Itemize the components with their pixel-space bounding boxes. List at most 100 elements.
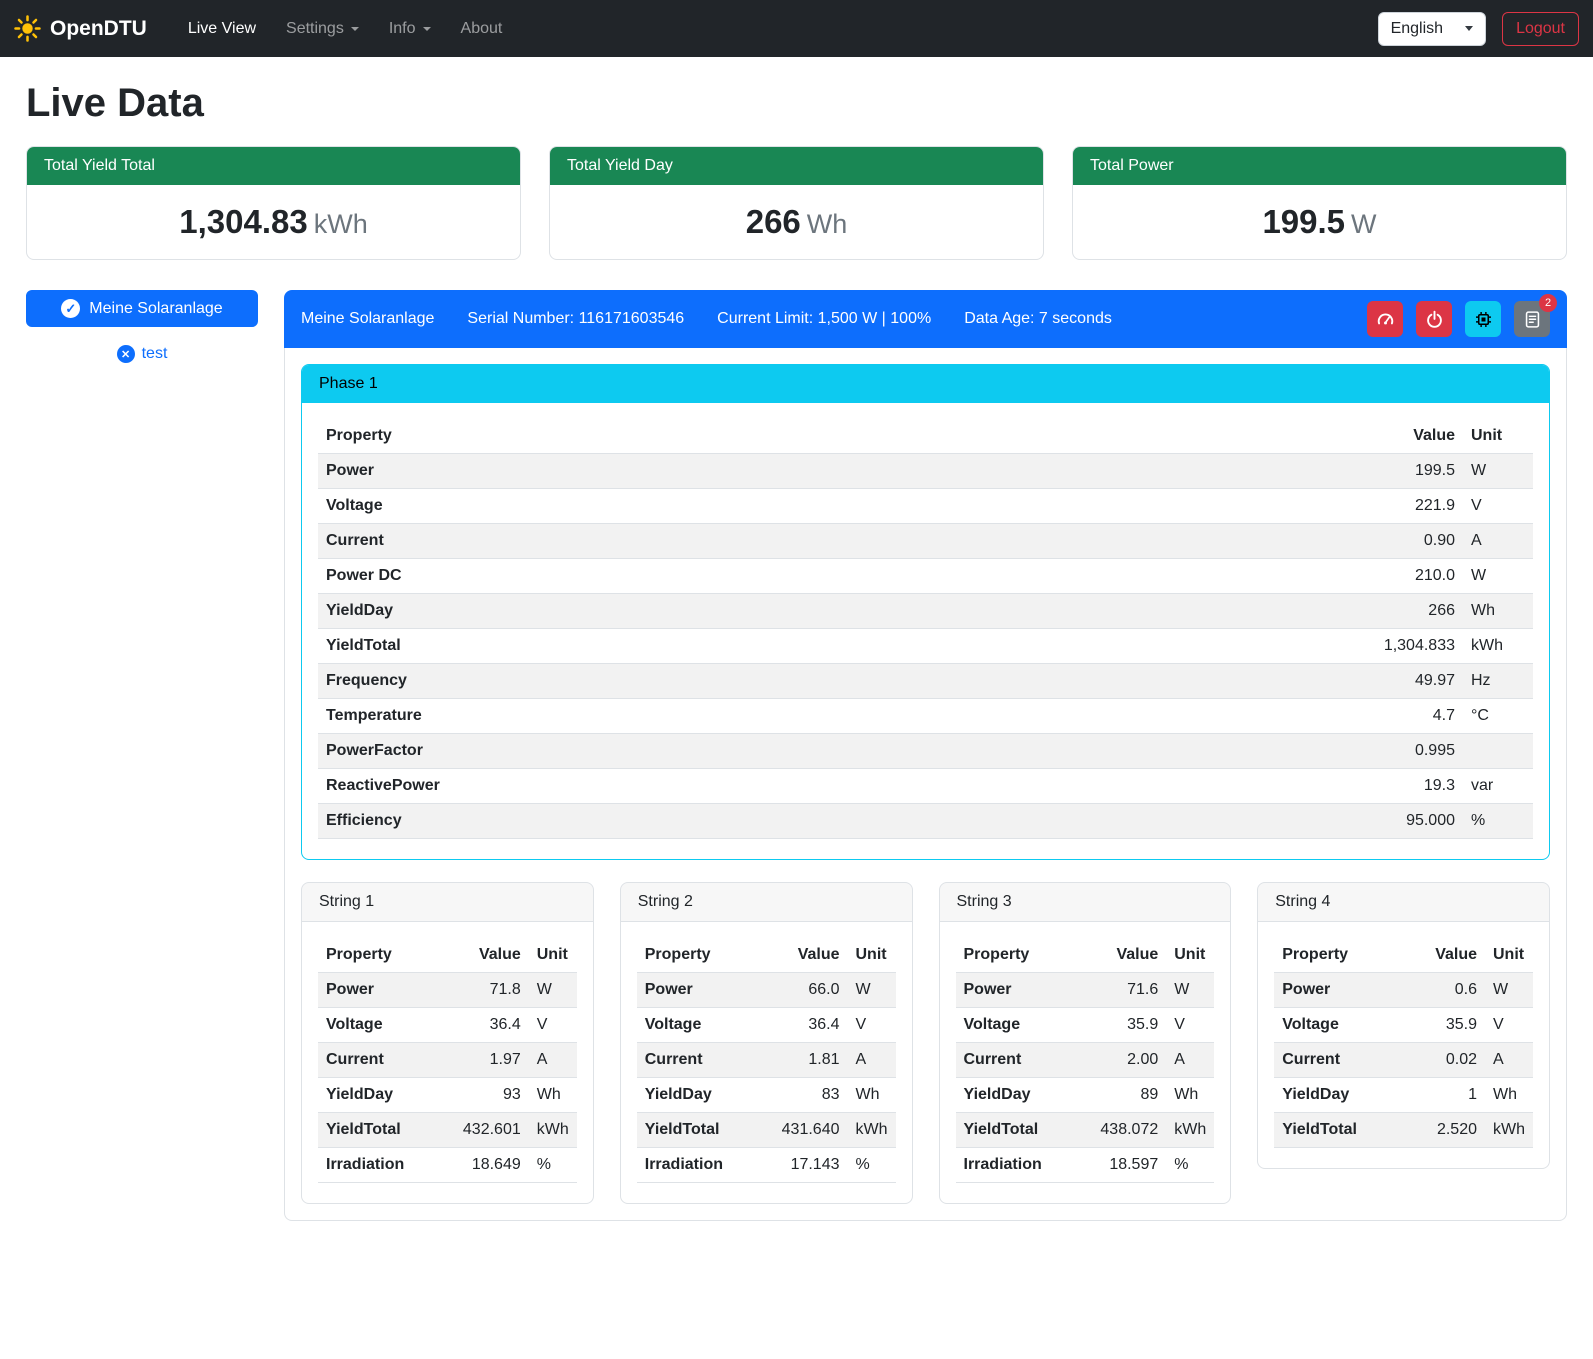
value-cell: 0.6 bbox=[1400, 973, 1485, 1008]
table-row: YieldDay83Wh bbox=[637, 1078, 896, 1113]
table-row: Current2.00A bbox=[956, 1043, 1215, 1078]
summary-cards-row: Total Yield Total1,304.83kWh Total Yield … bbox=[26, 146, 1567, 260]
unit-cell: V bbox=[1485, 1008, 1533, 1043]
table-row: Irradiation18.649% bbox=[318, 1148, 577, 1183]
table-body: Power71.8WVoltage36.4VCurrent1.97AYieldD… bbox=[318, 973, 577, 1183]
string-card-body: PropertyValueUnitPower0.6W Voltage35.9V Cu… bbox=[1258, 922, 1549, 1168]
column-header: Property bbox=[318, 419, 1248, 454]
property-cell: YieldTotal bbox=[318, 1113, 444, 1148]
nav-item-live-view[interactable]: Live View bbox=[173, 12, 271, 46]
table-row: YieldTotal431.640kWh bbox=[637, 1113, 896, 1148]
column-header: Property bbox=[318, 938, 444, 973]
brand[interactable]: OpenDTU bbox=[14, 15, 147, 42]
summary-card-body: 266Wh bbox=[550, 185, 1043, 259]
inverter-panel-body: Phase 1 PropertyValueUnitPower199.5WVolt… bbox=[284, 348, 1567, 1221]
property-cell: Power DC bbox=[318, 559, 1248, 594]
property-cell: Voltage bbox=[956, 1008, 1082, 1043]
property-cell: Current bbox=[1274, 1043, 1400, 1078]
header-row: PropertyValueUnit bbox=[637, 938, 896, 973]
speedometer-button[interactable] bbox=[1367, 301, 1403, 337]
string-table: PropertyValueUnitPower0.6W Voltage35.9V Cu… bbox=[1274, 938, 1533, 1148]
property-cell: Power bbox=[637, 973, 763, 1008]
column-header: Value bbox=[1081, 938, 1166, 973]
property-cell: YieldDay bbox=[956, 1078, 1082, 1113]
summary-unit: W bbox=[1351, 209, 1376, 239]
table-row: Current1.97A bbox=[318, 1043, 577, 1078]
header-row: PropertyValueUnit bbox=[1274, 938, 1533, 973]
property-cell: Current bbox=[318, 1043, 444, 1078]
property-cell: Current bbox=[318, 524, 1248, 559]
power-button[interactable] bbox=[1416, 301, 1452, 337]
unit-cell: W bbox=[1485, 973, 1533, 1008]
value-cell: 2.520 bbox=[1400, 1113, 1485, 1148]
navbar-right: English Logout bbox=[1378, 12, 1579, 46]
property-cell: YieldDay bbox=[1274, 1078, 1400, 1113]
inverter-select-button[interactable]: ✓Meine Solaranlage bbox=[26, 290, 258, 327]
string-card-title: String 4 bbox=[1258, 883, 1549, 922]
language-select[interactable]: English bbox=[1378, 12, 1486, 46]
phase-card: Phase 1 PropertyValueUnitPower199.5WVolt… bbox=[301, 364, 1550, 860]
summary-card: Total Yield Total1,304.83kWh bbox=[26, 146, 521, 260]
table-row: Voltage221.9V bbox=[318, 489, 1533, 524]
table-row: Power66.0W bbox=[637, 973, 896, 1008]
column-header: Unit bbox=[1463, 419, 1533, 454]
unit-cell: A bbox=[1463, 524, 1533, 559]
header-row: PropertyValueUnit bbox=[318, 419, 1533, 454]
table-row: YieldDay93Wh bbox=[318, 1078, 577, 1113]
table-row: Irradiation18.597% bbox=[956, 1148, 1215, 1183]
table-row: Voltage35.9V bbox=[956, 1008, 1215, 1043]
string-card-title: String 3 bbox=[940, 883, 1231, 922]
nav-item-settings[interactable]: Settings bbox=[271, 12, 374, 46]
inverter-panel-header: Meine Solaranlage Serial Number: 1161716… bbox=[284, 290, 1567, 348]
property-cell: YieldTotal bbox=[1274, 1113, 1400, 1148]
nav-item-about[interactable]: About bbox=[446, 12, 518, 46]
summary-value: 199.5 bbox=[1262, 203, 1345, 240]
language-value: English bbox=[1391, 20, 1443, 38]
summary-card-title: Total Yield Day bbox=[550, 147, 1043, 185]
badge-count: 2 bbox=[1539, 294, 1557, 312]
unit-cell: var bbox=[1463, 769, 1533, 804]
table-body: Power66.0WVoltage36.4VCurrent1.81AYieldD… bbox=[637, 973, 896, 1183]
inverter-sidebar: ✓Meine Solaranlage ✕test bbox=[26, 290, 258, 367]
table-row: Voltage36.4V bbox=[318, 1008, 577, 1043]
journal-button[interactable]: 2 bbox=[1514, 301, 1550, 337]
value-cell: 1.97 bbox=[444, 1043, 529, 1078]
nav-item-info[interactable]: Info bbox=[374, 12, 446, 46]
property-cell: Irradiation bbox=[318, 1148, 444, 1183]
value-cell: 83 bbox=[763, 1078, 848, 1113]
property-cell: PowerFactor bbox=[318, 734, 1248, 769]
unit-cell: Wh bbox=[1463, 594, 1533, 629]
unit-cell: kWh bbox=[529, 1113, 577, 1148]
property-cell: ReactivePower bbox=[318, 769, 1248, 804]
value-cell: 66.0 bbox=[763, 973, 848, 1008]
check-circle-icon: ✓ bbox=[61, 299, 80, 318]
value-cell: 35.9 bbox=[1400, 1008, 1485, 1043]
inverter-select-button[interactable]: ✕test bbox=[113, 341, 172, 367]
brand-label: OpenDTU bbox=[50, 17, 147, 41]
property-cell: Power bbox=[318, 454, 1248, 489]
unit-cell: W bbox=[1166, 973, 1214, 1008]
logout-button[interactable]: Logout bbox=[1502, 12, 1579, 46]
table-row: ReactivePower19.3var bbox=[318, 769, 1533, 804]
column-header: Property bbox=[637, 938, 763, 973]
property-cell: Power bbox=[1274, 973, 1400, 1008]
string-card-title: String 2 bbox=[621, 883, 912, 922]
unit-cell: % bbox=[1463, 804, 1533, 839]
phase-table: PropertyValueUnitPower199.5WVoltage221.9… bbox=[318, 419, 1533, 839]
property-cell: Irradiation bbox=[637, 1148, 763, 1183]
property-cell: Voltage bbox=[1274, 1008, 1400, 1043]
summary-unit: kWh bbox=[314, 209, 368, 239]
chevron-down-icon bbox=[1465, 26, 1473, 31]
unit-cell: V bbox=[1166, 1008, 1214, 1043]
table-row: Temperature4.7°C bbox=[318, 699, 1533, 734]
speedometer-icon bbox=[1376, 310, 1395, 329]
value-cell: 199.5 bbox=[1248, 454, 1463, 489]
table-row: Frequency49.97Hz bbox=[318, 664, 1533, 699]
cpu-button[interactable] bbox=[1465, 301, 1501, 337]
unit-cell: W bbox=[529, 973, 577, 1008]
property-cell: Frequency bbox=[318, 664, 1248, 699]
header-row: PropertyValueUnit bbox=[318, 938, 577, 973]
chevron-down-icon bbox=[351, 27, 359, 31]
value-cell: 4.7 bbox=[1248, 699, 1463, 734]
string-card-body: PropertyValueUnitPower71.8WVoltage36.4VC… bbox=[302, 922, 593, 1203]
